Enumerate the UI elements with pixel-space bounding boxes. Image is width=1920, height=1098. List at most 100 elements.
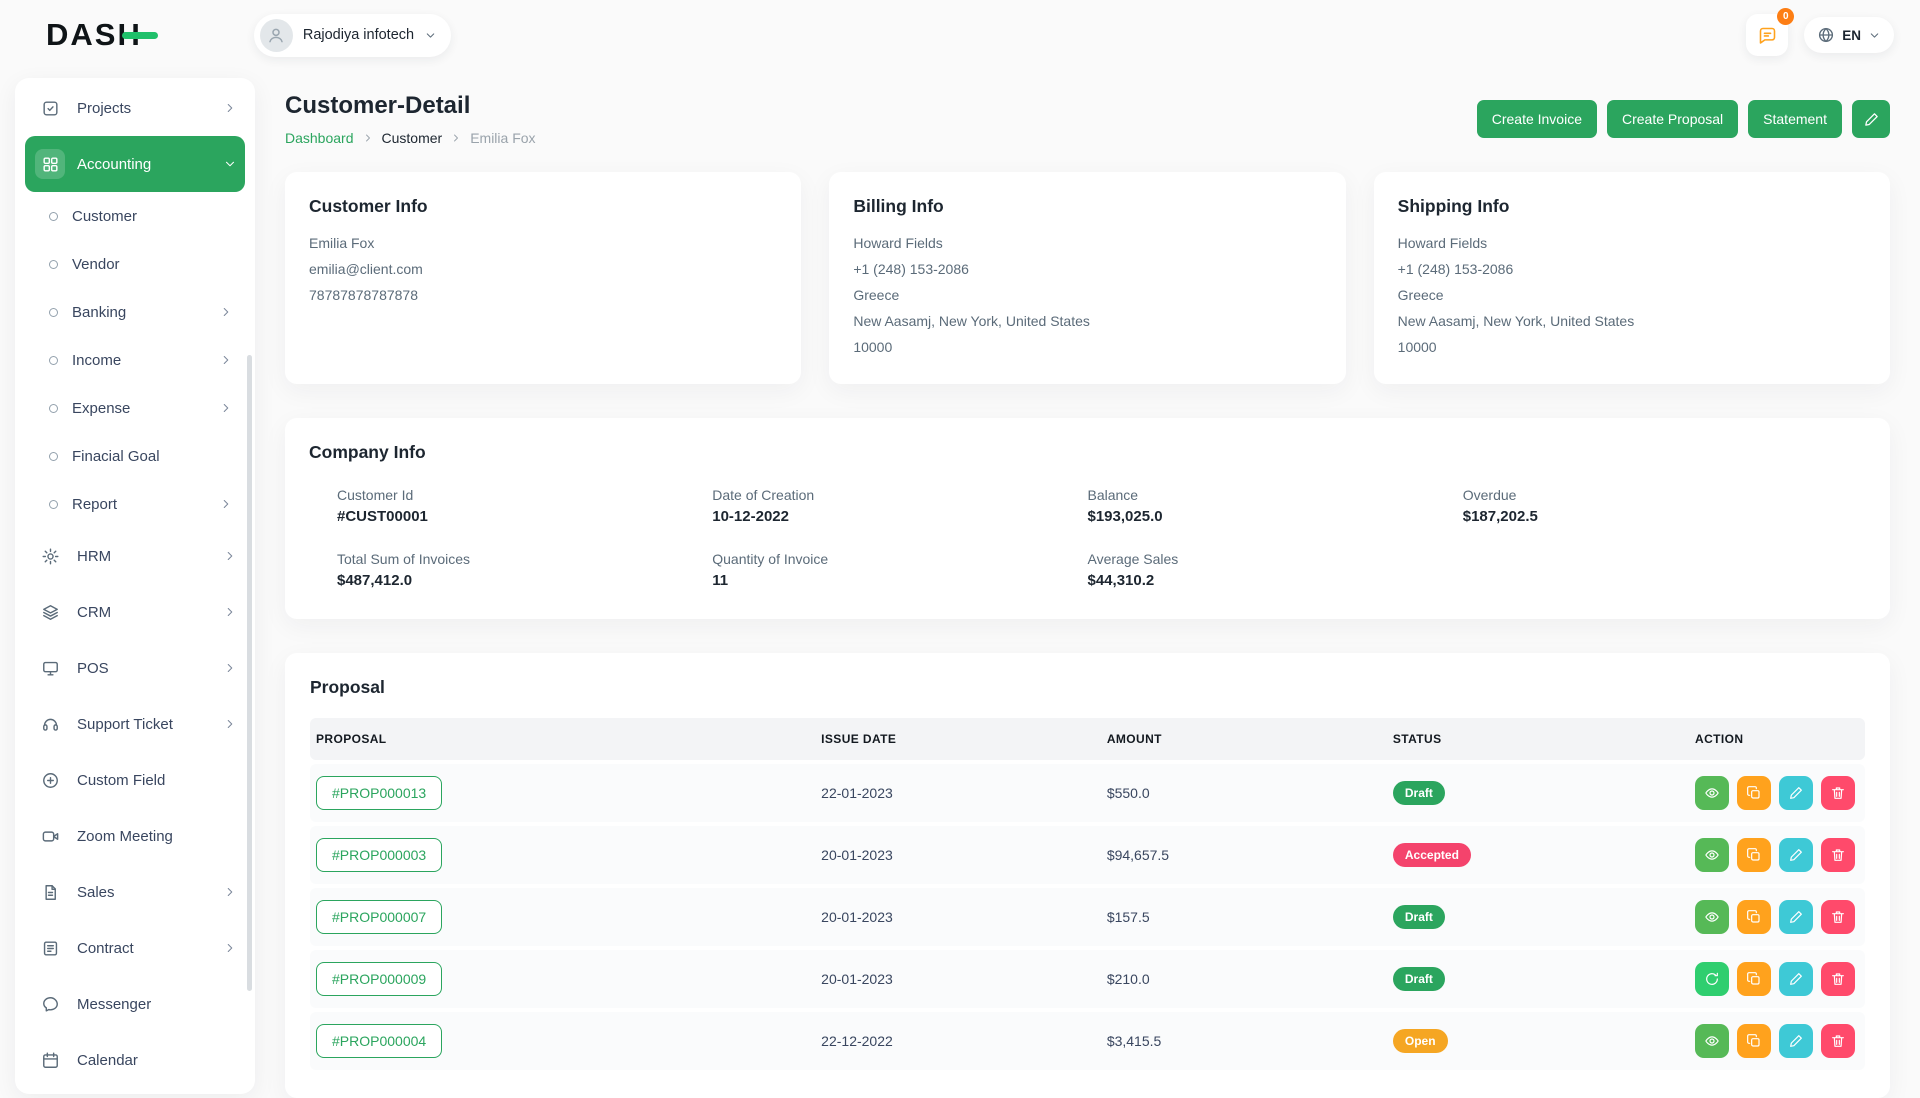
info-line: +1 (248) 153-2086 bbox=[1398, 257, 1866, 283]
sidebar-item-label: Messenger bbox=[77, 996, 151, 1013]
company-selector[interactable]: Rajodiya infotech bbox=[254, 14, 451, 57]
view-button[interactable] bbox=[1695, 776, 1729, 810]
page-actions: Create Invoice Create Proposal Statement bbox=[1477, 100, 1890, 138]
messages-button[interactable]: 0 bbox=[1746, 14, 1788, 56]
statement-button[interactable]: Statement bbox=[1748, 100, 1842, 138]
sidebar-item-custom-field[interactable]: Custom Field bbox=[25, 752, 245, 808]
delete-button[interactable] bbox=[1821, 838, 1855, 872]
sidebar-subitem-report[interactable]: Report bbox=[25, 480, 245, 528]
duplicate-button[interactable] bbox=[1737, 776, 1771, 810]
sidebar-nav: Projects Accounting Customer Vendor Bank… bbox=[25, 80, 245, 1088]
field-date-of-creation: Date of Creation 10-12-2022 bbox=[712, 487, 1087, 525]
copy-icon bbox=[1746, 909, 1762, 925]
chevron-right-icon bbox=[219, 353, 233, 367]
topbar-right: 0 EN bbox=[1746, 14, 1894, 56]
edit-button[interactable] bbox=[1779, 962, 1813, 996]
trash-icon bbox=[1830, 1033, 1846, 1049]
sidebar-subitem-label: Report bbox=[72, 496, 117, 513]
breadcrumb-item-dashboard[interactable]: Dashboard bbox=[285, 130, 354, 146]
edit-customer-button[interactable] bbox=[1852, 100, 1890, 138]
sidebar-item-label: Accounting bbox=[77, 156, 151, 173]
proposal-id-link[interactable]: #PROP000007 bbox=[316, 900, 442, 934]
language-selector[interactable]: EN bbox=[1804, 17, 1894, 53]
sidebar-item-sales[interactable]: Sales bbox=[25, 864, 245, 920]
sidebar-subitem-label: Expense bbox=[72, 400, 130, 417]
billing-info-lines: Howard Fields+1 (248) 153-2086GreeceNew … bbox=[853, 231, 1321, 360]
field-customer-id: Customer Id #CUST00001 bbox=[337, 487, 712, 525]
duplicate-button[interactable] bbox=[1737, 838, 1771, 872]
app-logo[interactable]: DASH bbox=[46, 17, 158, 53]
row-actions bbox=[1695, 1024, 1855, 1058]
issue-date-cell: 20-01-2023 bbox=[815, 826, 1101, 884]
main-content: Customer-Detail DashboardCustomerEmilia … bbox=[285, 0, 1920, 1098]
row-actions bbox=[1695, 962, 1855, 996]
edit-button[interactable] bbox=[1779, 1024, 1813, 1058]
bullet-icon bbox=[49, 404, 58, 413]
column-header-proposal: PROPOSAL bbox=[310, 718, 815, 760]
customer-info-title: Customer Info bbox=[309, 196, 777, 217]
avatar bbox=[260, 19, 293, 52]
zoom-meeting-icon bbox=[35, 821, 65, 851]
create-proposal-button[interactable]: Create Proposal bbox=[1607, 100, 1738, 138]
convert-button[interactable] bbox=[1695, 962, 1729, 996]
delete-button[interactable] bbox=[1821, 900, 1855, 934]
proposal-row: #PROP000007 20-01-2023 $157.5 Draft bbox=[310, 888, 1865, 946]
chevron-right-icon bbox=[219, 401, 233, 415]
field-average-sales: Average Sales $44,310.2 bbox=[1088, 551, 1463, 589]
sidebar-item-messenger[interactable]: Messenger bbox=[25, 976, 245, 1032]
view-button[interactable] bbox=[1695, 1024, 1729, 1058]
info-line: New Aasamj, New York, United States bbox=[1398, 309, 1866, 335]
edit-button[interactable] bbox=[1779, 838, 1813, 872]
sidebar-subitem-finacial-goal[interactable]: Finacial Goal bbox=[25, 432, 245, 480]
shipping-info-card: Shipping Info Howard Fields+1 (248) 153-… bbox=[1374, 172, 1890, 384]
proposal-id-link[interactable]: #PROP000013 bbox=[316, 776, 442, 810]
sidebar-item-pos[interactable]: POS bbox=[25, 640, 245, 696]
info-line: 78787878787878 bbox=[309, 283, 777, 309]
edit-button[interactable] bbox=[1779, 900, 1813, 934]
breadcrumb-separator-icon bbox=[450, 132, 462, 144]
delete-button[interactable] bbox=[1821, 962, 1855, 996]
sidebar-subitem-income[interactable]: Income bbox=[25, 336, 245, 384]
duplicate-button[interactable] bbox=[1737, 900, 1771, 934]
duplicate-button[interactable] bbox=[1737, 962, 1771, 996]
messenger-icon bbox=[35, 989, 65, 1019]
sidebar-subitem-banking[interactable]: Banking bbox=[25, 288, 245, 336]
delete-button[interactable] bbox=[1821, 1024, 1855, 1058]
sidebar-scrollbar[interactable] bbox=[247, 355, 252, 991]
sidebar-item-projects[interactable]: Projects bbox=[25, 80, 245, 136]
status-badge: Accepted bbox=[1393, 843, 1471, 867]
field-value: $187,202.5 bbox=[1463, 508, 1838, 525]
sidebar-item-support-ticket[interactable]: Support Ticket bbox=[25, 696, 245, 752]
page-title: Customer-Detail bbox=[285, 92, 536, 120]
sidebar-subitem-expense[interactable]: Expense bbox=[25, 384, 245, 432]
field-total-sum-of-invoices: Total Sum of Invoices $487,412.0 bbox=[337, 551, 712, 589]
info-line: Howard Fields bbox=[853, 231, 1321, 257]
status-badge: Draft bbox=[1393, 905, 1445, 929]
sidebar-subitem-label: Banking bbox=[72, 304, 126, 321]
view-button[interactable] bbox=[1695, 900, 1729, 934]
info-line: +1 (248) 153-2086 bbox=[853, 257, 1321, 283]
create-invoice-button[interactable]: Create Invoice bbox=[1477, 100, 1597, 138]
proposal-id-link[interactable]: #PROP000004 bbox=[316, 1024, 442, 1058]
edit-button[interactable] bbox=[1779, 776, 1813, 810]
sidebar-subitem-vendor[interactable]: Vendor bbox=[25, 240, 245, 288]
status-badge: Draft bbox=[1393, 967, 1445, 991]
messages-badge: 0 bbox=[1777, 8, 1794, 25]
column-header-amount: AMOUNT bbox=[1101, 718, 1387, 760]
proposal-id-link[interactable]: #PROP000003 bbox=[316, 838, 442, 872]
proposal-id-link[interactable]: #PROP000009 bbox=[316, 962, 442, 996]
sidebar-item-zoom-meeting[interactable]: Zoom Meeting bbox=[25, 808, 245, 864]
info-line: Howard Fields bbox=[1398, 231, 1866, 257]
sidebar-item-contract[interactable]: Contract bbox=[25, 920, 245, 976]
eye-icon bbox=[1704, 909, 1720, 925]
sidebar-item-hrm[interactable]: HRM bbox=[25, 528, 245, 584]
view-button[interactable] bbox=[1695, 838, 1729, 872]
sidebar-item-accounting[interactable]: Accounting bbox=[25, 136, 245, 192]
info-line: Greece bbox=[1398, 283, 1866, 309]
sidebar-item-crm[interactable]: CRM bbox=[25, 584, 245, 640]
sidebar-subitem-customer[interactable]: Customer bbox=[25, 192, 245, 240]
delete-button[interactable] bbox=[1821, 776, 1855, 810]
pencil-icon bbox=[1788, 971, 1804, 987]
duplicate-button[interactable] bbox=[1737, 1024, 1771, 1058]
field-label: Customer Id bbox=[337, 487, 712, 503]
